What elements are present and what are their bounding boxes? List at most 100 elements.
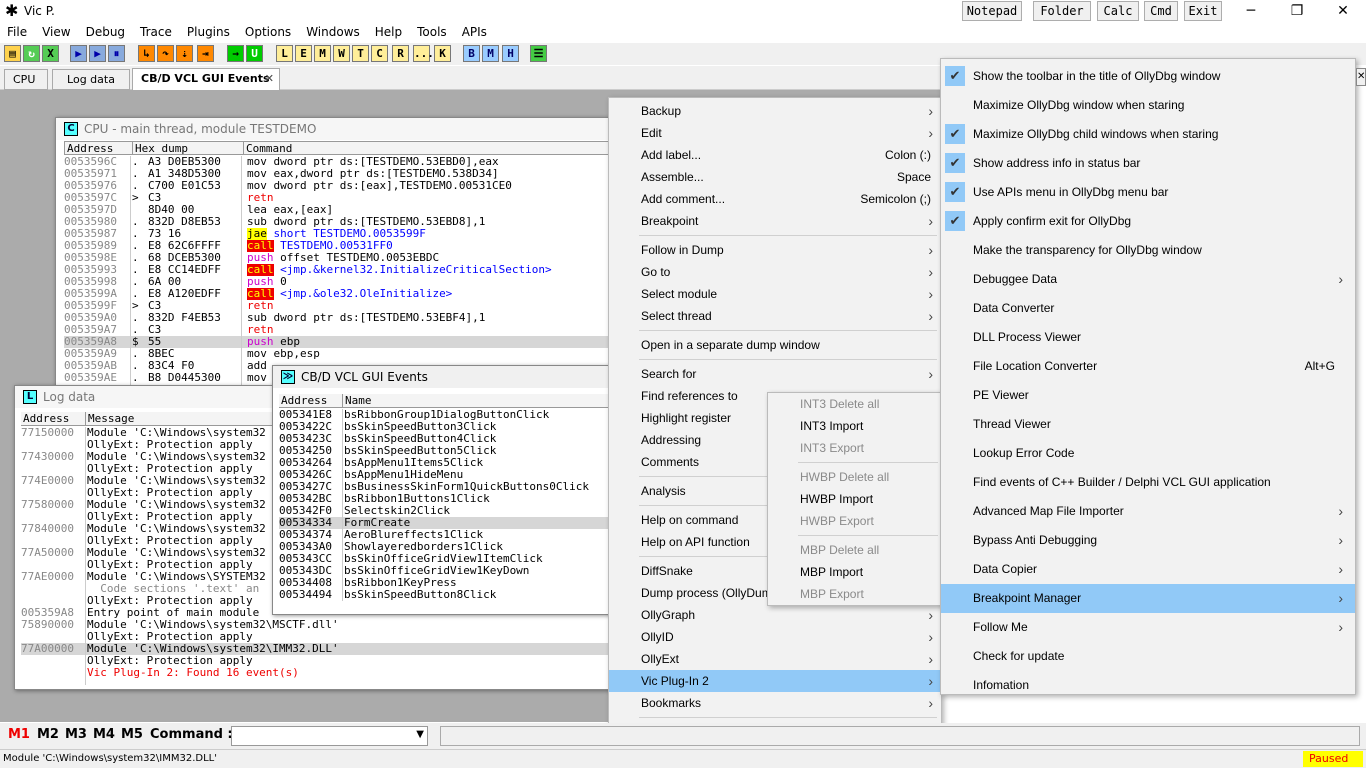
toolbar-e-button[interactable]: E xyxy=(295,45,312,62)
cpu-header-hex[interactable]: Hex dump xyxy=(132,142,188,155)
cpu-header-command[interactable]: Command xyxy=(243,142,603,155)
cpu-row[interactable]: 00535971. A1 348D5300 mov eax,dword ptr ds… xyxy=(64,168,614,180)
toolbar-h-button[interactable]: H xyxy=(502,45,519,62)
context-menu-item[interactable]: Follow in Dump › xyxy=(609,239,941,261)
trace-into-icon[interactable]: ⇣ xyxy=(176,45,193,62)
trace-over-icon[interactable]: ⇥ xyxy=(197,45,214,62)
menu-options[interactable]: Options xyxy=(238,22,299,42)
cmd-button[interactable]: Cmd xyxy=(1144,1,1178,21)
tab-vcl-events[interactable]: CB/D VCL GUI Events ✕ xyxy=(132,68,280,91)
plugin-menu-item[interactable]: ✔ Maximize OllyDbg child windows when sta… xyxy=(941,120,1355,149)
toolbar-t-button[interactable]: T xyxy=(352,45,369,62)
menu-trace[interactable]: Trace xyxy=(133,22,180,42)
breakpoint-menu-item[interactable]: HWBP Import xyxy=(768,488,942,510)
event-row[interactable]: 0053427C bsBusinessSkinForm1QuickButtons0… xyxy=(279,481,611,493)
pause-icon[interactable]: ⏸ xyxy=(108,45,125,62)
restart-icon[interactable]: ↻ xyxy=(23,45,40,62)
command-input[interactable]: ▼ xyxy=(231,726,428,746)
menu-help[interactable]: Help xyxy=(368,22,410,42)
breakpoint-menu-item[interactable]: MBP Import xyxy=(768,561,942,583)
breakpoint-menu-item[interactable]: MBP Export xyxy=(768,583,942,605)
menu-plugins[interactable]: Plugins xyxy=(180,22,238,42)
menu-file[interactable]: File xyxy=(0,22,35,42)
context-menu-item[interactable]: Backup › xyxy=(609,100,941,122)
breakpoint-menu-item[interactable]: MBP Delete all xyxy=(768,539,942,561)
menu-debug[interactable]: Debug xyxy=(79,22,133,42)
cpu-row[interactable]: 0053596C. A3 D0EB5300 mov dword ptr ds:[TE… xyxy=(64,156,614,168)
context-menu-item[interactable]: OllyID › xyxy=(609,626,941,648)
log-header-address[interactable]: Address xyxy=(23,412,69,425)
plugin-menu-item[interactable]: Breakpoint Manager › xyxy=(941,584,1355,613)
toolbar-r-button[interactable]: R xyxy=(392,45,409,62)
event-row[interactable]: 00534264 bsAppMenu1Items5Click xyxy=(279,457,611,469)
cpu-row[interactable]: 00535998. 6A 00 push 0 xyxy=(64,276,614,288)
calc-button[interactable]: Calc xyxy=(1097,1,1139,21)
mark-m1[interactable]: M1 xyxy=(8,727,30,742)
breakpoint-menu-item[interactable]: INT3 Delete all xyxy=(768,393,942,415)
close-program-icon[interactable]: X xyxy=(42,45,59,62)
mark-m5[interactable]: M5 xyxy=(121,727,143,742)
context-menu-item[interactable]: Add comment... Semicolon (;) xyxy=(609,188,941,210)
mark-m3[interactable]: M3 xyxy=(65,727,87,742)
log-row[interactable]: 75890000 Module 'C:\Windows\system32\MSCT… xyxy=(21,619,613,631)
close-icon[interactable]: ✕ xyxy=(1356,68,1366,86)
toolbar-l-button[interactable]: L xyxy=(276,45,293,62)
plugin-menu-item[interactable]: Data Converter xyxy=(941,294,1355,323)
event-row[interactable]: 005341E8 bsRibbonGroup1DialogButtonClick xyxy=(279,409,611,421)
plugin-menu-item[interactable]: Data Copier › xyxy=(941,555,1355,584)
list-icon[interactable]: ☰ xyxy=(530,45,547,62)
cpu-row[interactable]: 005359A0. 832D F4EB53 sub dword ptr ds:[TE… xyxy=(64,312,614,324)
toolbar-m2-button[interactable]: M xyxy=(482,45,499,62)
events-header-address[interactable]: Address xyxy=(281,394,327,407)
plugin-menu-item[interactable]: Thread Viewer xyxy=(941,410,1355,439)
toolbar-k-button[interactable]: K xyxy=(434,45,451,62)
mark-m4[interactable]: M4 xyxy=(93,727,115,742)
log-row[interactable]: OllyExt: Protection apply xyxy=(21,631,613,643)
menu-apis[interactable]: APIs xyxy=(455,22,495,42)
exit-button[interactable]: Exit xyxy=(1184,1,1222,21)
plugin-menu-item[interactable]: Infomation xyxy=(941,671,1355,700)
plugin-menu-item[interactable]: Advanced Map File Importer › xyxy=(941,497,1355,526)
cpu-window-titlebar[interactable]: C CPU - main thread, module TESTDEMO xyxy=(56,118,614,140)
chevron-down-icon[interactable]: ▼ xyxy=(416,729,424,740)
cpu-row[interactable]: 00535980. 832D D8EB53 sub dword ptr ds:[TE… xyxy=(64,216,614,228)
restore-icon[interactable]: ❐ xyxy=(1274,0,1320,22)
context-menu-item[interactable]: Select module › xyxy=(609,283,941,305)
context-menu-item[interactable]: Assemble... Space xyxy=(609,166,941,188)
event-row[interactable]: 005343A0 Showlayeredborders1Click xyxy=(279,541,611,553)
plugin-menu-item[interactable]: Lookup Error Code xyxy=(941,439,1355,468)
menu-view[interactable]: View xyxy=(35,22,78,42)
execute-till-return-icon[interactable]: → xyxy=(227,45,244,62)
context-menu-item[interactable]: Go to › xyxy=(609,261,941,283)
cpu-row[interactable]: 005359A9. 8BEC mov ebp,esp xyxy=(64,348,614,360)
folder-button[interactable]: Folder xyxy=(1033,1,1091,21)
tab-log-data[interactable]: Log data xyxy=(52,69,130,90)
step-into-icon[interactable]: ↳ xyxy=(138,45,155,62)
context-menu-item[interactable]: OllyExt › xyxy=(609,648,941,670)
plugin-menu-item[interactable]: DLL Process Viewer xyxy=(941,323,1355,352)
plugin-menu-item[interactable]: Maximize OllyDbg window when staring xyxy=(941,91,1355,120)
context-menu-item[interactable]: Bookmarks › xyxy=(609,692,941,714)
event-row[interactable]: 005342F0 Selectskin2Click xyxy=(279,505,611,517)
menu-tools[interactable]: Tools xyxy=(410,22,455,42)
cpu-row[interactable]: 00535987. 73 16 jae short TESTDEMO.0053599… xyxy=(64,228,614,240)
cpu-row[interactable]: 0053599A. E8 A120EDFF call <jmp.&ole32.Ole… xyxy=(64,288,614,300)
cpu-row[interactable]: 0053599F > C3 retn xyxy=(64,300,614,312)
event-row[interactable]: 00534334 FormCreate xyxy=(279,517,611,529)
plugin-menu-item[interactable]: Follow Me › xyxy=(941,613,1355,642)
events-header-name[interactable]: Name xyxy=(342,394,372,407)
close-icon[interactable]: ✕ xyxy=(1320,0,1366,22)
context-menu-item[interactable]: Add label... Colon (:) xyxy=(609,144,941,166)
context-menu-item[interactable]: Open in a separate dump window xyxy=(609,334,941,356)
context-menu-item[interactable]: Search for › xyxy=(609,363,941,385)
toolbar-b-button[interactable]: B xyxy=(463,45,480,62)
toolbar-dots-button[interactable]: ... xyxy=(413,45,434,62)
cpu-row[interactable]: 00535989. E8 62C6FFFF call TESTDEMO.00531F… xyxy=(64,240,614,252)
event-row[interactable]: 00534374 AeroBlureffects1Click xyxy=(279,529,611,541)
cpu-row[interactable]: 0053597C > C3 retn xyxy=(64,192,614,204)
breakpoint-menu-item[interactable]: INT3 Export xyxy=(768,437,942,459)
tab-close-icon[interactable]: ✕ xyxy=(265,69,274,88)
step-icon[interactable]: ▶ xyxy=(89,45,106,62)
event-row[interactable]: 00534250 bsSkinSpeedButton5Click xyxy=(279,445,611,457)
event-row[interactable]: 00534408 bsRibbon1KeyPress xyxy=(279,577,611,589)
